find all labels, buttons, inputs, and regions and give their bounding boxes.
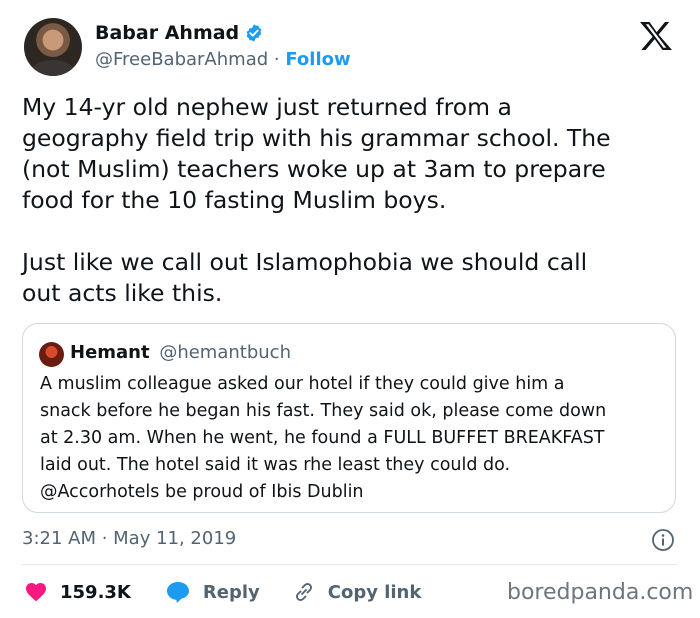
quote-header: Hemant @hemantbuch — [70, 342, 291, 363]
copy-link-button[interactable]: Copy link — [292, 580, 422, 604]
quote-author-handle: @hemantbuch — [159, 342, 291, 363]
separator-dot: · — [273, 49, 280, 70]
divider — [22, 564, 678, 565]
author-handle-row: @FreeBabarAhmad · Follow — [95, 49, 351, 70]
reply-label: Reply — [202, 581, 260, 603]
reply-icon — [166, 582, 189, 603]
author-avatar[interactable] — [24, 18, 82, 76]
copy-link-label: Copy link — [327, 581, 422, 603]
author-name[interactable]: Babar Ahmad — [95, 22, 239, 44]
action-bar: 159.3K Reply Copy link — [24, 578, 421, 606]
link-icon — [295, 583, 312, 601]
author-handle[interactable]: @FreeBabarAhmad — [95, 49, 268, 70]
quoted-tweet[interactable]: Hemant @hemantbuch A muslim colleague as… — [22, 323, 676, 513]
avatar-shirt — [32, 60, 74, 76]
tweet-text: My 14-yr old nephew just returned from a… — [22, 93, 611, 307]
author-name-row: Babar Ahmad — [95, 22, 264, 44]
heart-icon — [26, 583, 46, 602]
tweet-timestamp[interactable]: 3:21 AM · May 11, 2019 — [22, 528, 236, 549]
info-icon[interactable] — [651, 528, 675, 552]
like-button[interactable]: 159.3K — [24, 580, 131, 604]
x-logo-icon[interactable] — [636, 20, 676, 52]
quote-text: A muslim colleague asked our hotel if th… — [40, 374, 607, 502]
watermark: boredpanda.com — [507, 580, 694, 605]
quote-avatar — [39, 342, 64, 367]
quote-author-name: Hemant — [70, 342, 150, 363]
like-count: 159.3K — [60, 581, 131, 603]
reply-button[interactable]: Reply — [165, 580, 260, 604]
verified-icon — [246, 24, 262, 42]
follow-button[interactable]: Follow — [285, 49, 350, 70]
